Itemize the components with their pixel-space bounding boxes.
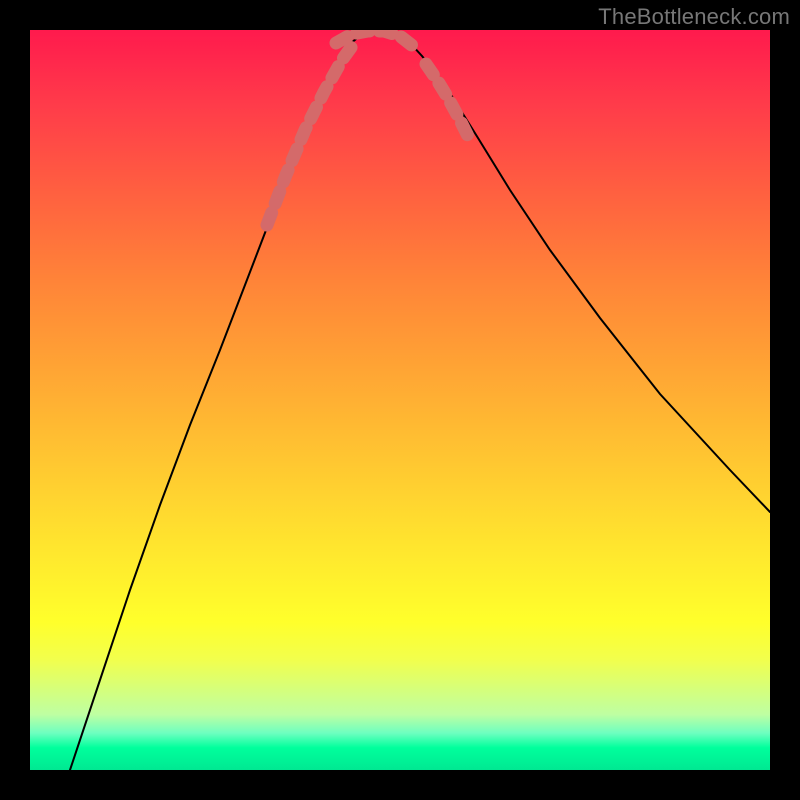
highlight-left-shoulder <box>267 42 355 225</box>
bottleneck-curve <box>70 32 770 770</box>
chart-svg <box>30 30 770 770</box>
chart-frame: TheBottleneck.com <box>0 0 800 800</box>
chart-plot-area <box>30 30 770 770</box>
watermark-text: TheBottleneck.com <box>598 4 790 30</box>
highlight-right-shoulder <box>426 64 470 140</box>
